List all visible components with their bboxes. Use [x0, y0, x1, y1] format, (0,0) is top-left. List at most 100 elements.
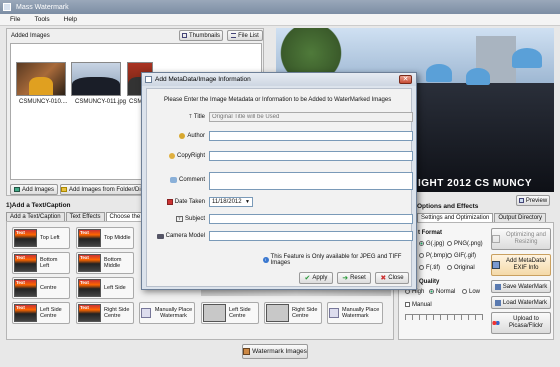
manual-place-image-label: Manually Place Watermark [342, 307, 380, 319]
tab-settings-optimization[interactable]: Settings and Optimization [417, 213, 494, 222]
date-taken-picker[interactable]: 11/18/2012 ▼ [209, 197, 253, 207]
img-pos-right-side-centre[interactable]: Right Side Centre [264, 302, 322, 324]
caption-tabs: Add a Text/Caption Text Effects Choose t… [6, 212, 156, 221]
manual-place-image-button[interactable]: Manually Place Watermark [327, 302, 383, 324]
upload-button[interactable]: Upload to Picasa/Flickr [491, 312, 551, 334]
save-watermark-label: Save WaterMark [502, 283, 548, 290]
author-label: Author [147, 131, 205, 141]
close-button[interactable]: ✖ Close [375, 272, 409, 284]
pos-left-side-centre-label: Left Side Centre [40, 307, 62, 319]
subject-label: T Subject [147, 214, 205, 224]
subject-field[interactable] [209, 214, 413, 224]
pos-right-side-centre[interactable]: Text Right Side Centre [76, 302, 134, 324]
format-gif[interactable]: GIF(.gif) [447, 253, 476, 259]
thumbnail-2-label: CSMUNCY-011.jpg [75, 99, 127, 105]
caption-heading: 1)Add a Text/Caption [6, 202, 71, 209]
add-from-folder-button[interactable]: Add Images from Folder/Di [60, 184, 142, 195]
chevron-down-icon[interactable]: ▼ [245, 199, 252, 205]
pos-right-side-centre-label: Right Side Centre [104, 307, 130, 319]
format-png[interactable]: PNG(.png) [447, 241, 483, 247]
watermark-images-label: Watermark Images [252, 348, 307, 355]
optimizing-resizing-button[interactable]: Optimizing and Resizing [491, 228, 551, 250]
watermark-icon [243, 348, 251, 355]
format-bmp[interactable]: P(.bmp) [419, 253, 447, 259]
file-list-button[interactable]: File List [227, 30, 263, 41]
add-image-icon [13, 187, 20, 192]
apply-label: Apply [312, 275, 328, 281]
pos-left-side[interactable]: Text Left Side [76, 277, 134, 299]
camera-model-label: Camera Model [147, 231, 205, 241]
thumbnail-2[interactable] [71, 62, 121, 96]
manual-place-button[interactable]: Manually Place Watermark [139, 302, 195, 324]
thumbnail-1[interactable] [16, 62, 66, 96]
pos-top-middle[interactable]: Text Top Middle [76, 227, 134, 249]
pos-centre-label: Centre [40, 285, 57, 291]
copyright-label: CopyRight [147, 151, 205, 161]
title-icon: T [188, 114, 192, 120]
manual-place-image-icon [329, 308, 339, 318]
preview-button[interactable]: Preview [516, 195, 550, 206]
dialog-instruction: Please Enter the Image Metadata or Infor… [164, 97, 392, 103]
camera-model-field[interactable] [209, 231, 413, 241]
author-icon [179, 133, 186, 139]
helmet-1 [426, 64, 452, 82]
quality-low[interactable]: Low [462, 289, 480, 295]
quality-slider[interactable] [405, 314, 483, 320]
pos-left-side-centre[interactable]: Text Left Side Centre [12, 302, 70, 324]
tab-text-effects[interactable]: Text Effects [65, 212, 105, 221]
manual-quality-checkbox[interactable]: Manual [405, 302, 432, 308]
quality-normal[interactable]: Normal [429, 289, 455, 295]
metadata-icon [492, 261, 500, 269]
format-original[interactable]: Original [447, 265, 475, 271]
preview-label: Preview [525, 197, 548, 204]
list-icon [231, 33, 237, 38]
added-images-heading: Added Images [11, 33, 50, 39]
copyright-field[interactable] [209, 151, 413, 161]
resize-icon [492, 235, 500, 243]
date-taken-label: Date Taken [147, 197, 205, 207]
calendar-icon [166, 199, 173, 205]
apply-button[interactable]: ✔ Apply [299, 272, 333, 284]
tab-add-text[interactable]: Add a Text/Caption [6, 212, 65, 221]
close-icon: ✖ [380, 275, 387, 282]
helmet-2 [466, 68, 490, 85]
dialog-close-icon[interactable]: ✕ [399, 75, 412, 84]
menu-help[interactable]: Help [64, 16, 77, 23]
save-icon [494, 283, 501, 290]
author-field[interactable] [209, 131, 413, 141]
options-tabs: Settings and Optimization Output Directo… [417, 213, 547, 222]
copyright-icon [168, 153, 175, 159]
tab-output-directory[interactable]: Output Directory [494, 213, 547, 222]
menu-file[interactable]: File [10, 16, 20, 23]
img-pos-left-side-centre[interactable]: Left Side Centre [201, 302, 259, 324]
pos-bottom-left[interactable]: Text Bottom Left [12, 252, 70, 274]
pos-top-left[interactable]: Text Top Left [12, 227, 70, 249]
pos-bottom-middle[interactable]: Text Bottom Middle [76, 252, 134, 274]
subject-icon: T [175, 216, 183, 222]
upload-label: Upload to Picasa/Flickr [508, 316, 543, 329]
title-field[interactable] [209, 112, 413, 122]
add-images-label: Add Images [21, 186, 55, 193]
load-watermark-button[interactable]: Load WaterMark [491, 296, 551, 309]
format-jpg[interactable]: G(.jpg) [419, 241, 444, 247]
add-metadata-button[interactable]: Add MetaData/ EXIF Info [491, 254, 551, 276]
picasa-flickr-icon [492, 319, 500, 327]
pos-centre[interactable]: Text Centre [12, 277, 70, 299]
watermark-images-button[interactable]: Watermark Images [242, 344, 308, 359]
menu-tools[interactable]: Tools [34, 16, 49, 23]
metadata-dialog: Add MetaData/Image Information ✕ Please … [141, 72, 417, 290]
check-icon: ✔ [304, 275, 311, 282]
save-watermark-button[interactable]: Save WaterMark [491, 280, 551, 293]
reset-button[interactable]: ➜ Reset [337, 272, 371, 284]
comment-field[interactable] [209, 172, 413, 190]
reset-label: Reset [350, 275, 366, 281]
comment-icon [169, 177, 177, 183]
add-images-button[interactable]: Add Images [10, 184, 58, 195]
thumbnails-button[interactable]: Thumbnails [179, 30, 223, 41]
comment-label: Comment [147, 175, 205, 185]
format-tif[interactable]: F(.tif) [419, 265, 440, 271]
date-taken-value: 11/18/2012 [212, 199, 242, 205]
quality-heading: Quality [419, 279, 440, 285]
optimizing-resizing-label: Optimizing and Resizing [505, 232, 547, 245]
file-list-label: File List [238, 32, 259, 39]
